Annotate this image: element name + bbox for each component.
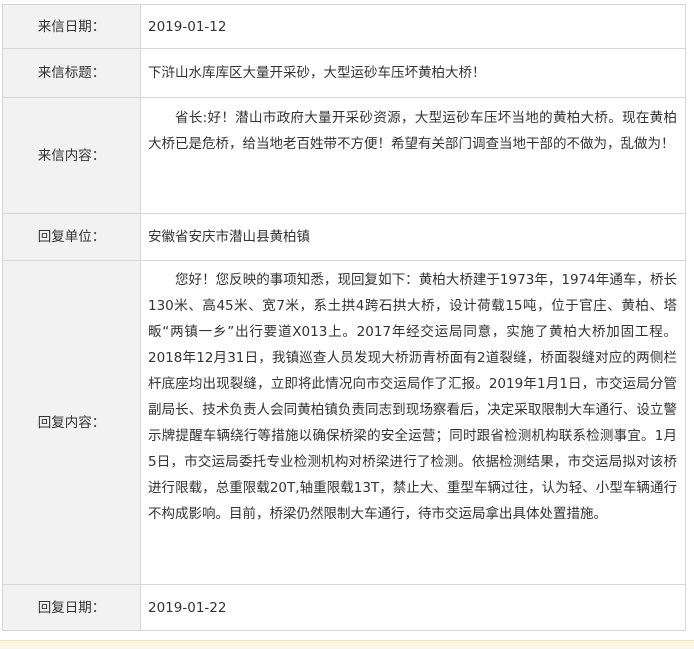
row-reply-content: 回复内容： 您好！您反映的事项知悉，现回复如下：黄柏大桥建于1973年，1974… xyxy=(2,260,686,585)
letter-content-label: 来信内容： xyxy=(2,97,141,214)
letter-title-label: 来信标题： xyxy=(2,48,141,98)
letter-content-text: 省长:好！潜山市政府大量开采砂资源，大型运砂车压坏当地的黄柏大桥。现在黄柏大桥已… xyxy=(148,110,677,152)
letter-date-value: 2019-01-12 xyxy=(140,4,686,49)
row-reply-unit: 回复单位： 安徽省安庆市潜山县黄柏镇 xyxy=(2,213,686,261)
reply-unit-label: 回复单位： xyxy=(2,213,141,261)
reply-content-text: 您好！您反映的事项知悉，现回复如下：黄柏大桥建于1973年，1974年通车，桥长… xyxy=(148,272,677,522)
reply-date-value: 2019-01-22 xyxy=(140,584,686,631)
reply-date-label: 回复日期： xyxy=(2,584,141,631)
reply-content-label: 回复内容： xyxy=(2,260,141,585)
row-letter-content: 来信内容： 省长:好！潜山市政府大量开采砂资源，大型运砂车压坏当地的黄柏大桥。现… xyxy=(2,97,686,214)
reply-unit-value: 安徽省安庆市潜山县黄柏镇 xyxy=(140,213,686,261)
row-letter-date: 来信日期： 2019-01-12 xyxy=(2,4,686,49)
letter-date-label: 来信日期： xyxy=(2,4,141,49)
letter-title-value: 下浒山水库库区大量开采砂，大型运砂车压坏黄柏大桥！ xyxy=(140,48,686,98)
letter-table: 来信日期： 2019-01-12 来信标题： 下浒山水库库区大量开采砂，大型运砂… xyxy=(2,4,686,631)
letter-detail: 来信日期： 2019-01-12 来信标题： 下浒山水库库区大量开采砂，大型运砂… xyxy=(2,4,686,631)
row-letter-title: 来信标题： 下浒山水库库区大量开采砂，大型运砂车压坏黄柏大桥！ xyxy=(2,48,686,98)
row-reply-date: 回复日期： 2019-01-22 xyxy=(2,584,686,631)
